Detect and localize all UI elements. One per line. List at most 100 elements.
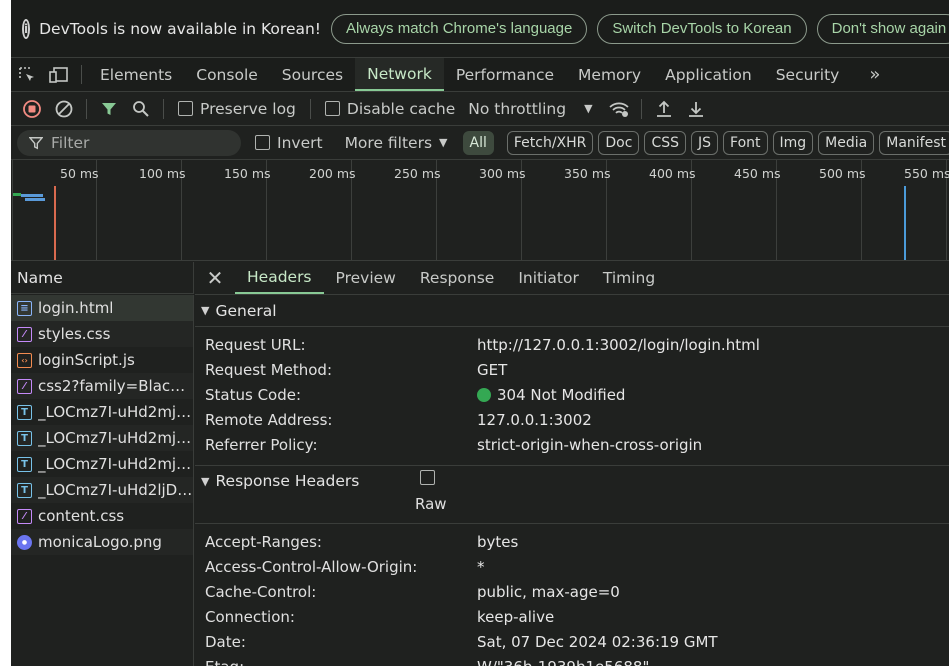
general-section-header[interactable]: ▼ General — [195, 295, 949, 327]
chip-fetch-xhr[interactable]: Fetch/XHR — [506, 130, 594, 155]
tab-response[interactable]: Response — [408, 262, 506, 294]
match-language-button[interactable]: Always match Chrome's language — [331, 13, 588, 44]
invert-checkbox[interactable]: Invert — [255, 134, 323, 152]
filter-field[interactable] — [17, 129, 241, 156]
tab-security[interactable]: Security — [764, 58, 852, 91]
tab-console[interactable]: Console — [184, 58, 270, 91]
response-headers-title: Response Headers — [215, 472, 360, 490]
request-row[interactable]: ≡ login.html — [11, 295, 193, 321]
clear-icon[interactable] — [48, 94, 80, 124]
request-row[interactable]: ⁄ styles.css — [11, 321, 193, 347]
chip-all[interactable]: All — [462, 130, 494, 155]
close-icon[interactable]: ✕ — [195, 262, 235, 294]
raw-checkbox[interactable] — [420, 470, 435, 485]
export-har-icon[interactable] — [680, 94, 712, 124]
tab-initiator[interactable]: Initiator — [506, 262, 591, 294]
font-file-icon: T — [17, 430, 32, 446]
request-row[interactable]: T _LOCmz7I-uHd2ljDc... — [11, 477, 193, 503]
language-infobar: i DevTools is now available in Korean! A… — [11, 0, 949, 58]
tab-preview[interactable]: Preview — [324, 262, 408, 294]
grid-line — [12, 160, 13, 260]
status-text: 304 Not Modified — [497, 385, 626, 404]
tab-sources[interactable]: Sources — [270, 58, 355, 91]
more-filters-dropdown[interactable]: More filters ▼ — [345, 134, 448, 152]
request-row[interactable]: ‹› loginScript.js — [11, 347, 193, 373]
request-row[interactable]: ● monicaLogo.png — [11, 529, 193, 555]
header-row: Access-Control-Allow-Origin: * — [195, 554, 949, 579]
toolbar-separator — [640, 98, 642, 119]
chip-css[interactable]: CSS — [644, 130, 687, 155]
header-key: Connection: — [205, 607, 295, 626]
header-value: keep-alive — [477, 607, 555, 626]
throttling-select[interactable]: No throttling ▼ — [468, 100, 592, 118]
panel-tabs-bar: Elements Console Sources Network Perform… — [11, 58, 949, 92]
preserve-log-box[interactable] — [178, 101, 193, 116]
toolbar-separator — [81, 65, 82, 84]
chip-img[interactable]: Img — [772, 130, 814, 155]
header-key: Accept-Ranges: — [205, 532, 322, 551]
dont-show-again-button[interactable]: Don't show again — [816, 13, 949, 44]
request-list: ≡ login.html ⁄ styles.css ‹› loginScript… — [11, 295, 194, 666]
header-key: Referrer Policy: — [205, 435, 318, 454]
tick-label: 550 ms — [904, 166, 949, 181]
disable-cache-box[interactable] — [324, 101, 340, 116]
filter-funnel-icon[interactable] — [93, 94, 125, 124]
font-file-icon: T — [17, 456, 32, 472]
stop-recording-icon[interactable] — [16, 94, 48, 124]
header-row: Status Code: 304 Not Modified — [195, 382, 949, 407]
headers-panel: ▼ General Request URL: http://127.0.0.1:… — [195, 295, 949, 666]
request-row[interactable]: T _LOCmz7I-uHd2mjB... — [11, 425, 193, 451]
chip-doc[interactable]: Doc — [598, 130, 640, 155]
response-headers-section: Accept-Ranges: bytes Access-Control-Allo… — [195, 524, 949, 666]
chip-manifest[interactable]: Manifest — [879, 130, 949, 155]
tab-application[interactable]: Application — [653, 58, 764, 91]
tab-memory[interactable]: Memory — [566, 58, 653, 91]
header-value: W/"36b-1939b1e5688" — [477, 658, 649, 666]
request-row[interactable]: ⁄ css2?family=Black+... — [11, 373, 193, 399]
header-value: * — [477, 557, 485, 576]
toolbar-separator — [163, 98, 164, 119]
header-key: Etag: — [195, 658, 477, 666]
search-icon[interactable] — [125, 94, 157, 124]
request-row[interactable]: T _LOCmz7I-uHd2mjB... — [11, 451, 193, 477]
disable-cache-checkbox[interactable]: Disable cache — [324, 100, 455, 118]
request-row[interactable]: ⁄ content.css — [11, 503, 193, 529]
response-headers-toggle[interactable]: ▼ Response Headers — [201, 472, 359, 490]
tab-elements[interactable]: Elements — [88, 58, 184, 91]
load-event-marker — [54, 186, 56, 260]
switch-korean-button[interactable]: Switch DevTools to Korean — [597, 13, 807, 44]
chip-font[interactable]: Font — [723, 130, 768, 155]
device-toolbar-icon[interactable] — [43, 58, 75, 91]
chip-media[interactable]: Media — [818, 130, 875, 155]
header-key: Request URL: — [205, 335, 306, 354]
header-row: Cache-Control: public, max-age=0 — [195, 579, 949, 604]
infobar-message: DevTools is now available in Korean! — [39, 19, 322, 38]
font-file-icon: T — [17, 404, 32, 420]
tick-label: 150 ms — [224, 166, 271, 181]
chip-js[interactable]: JS — [691, 130, 719, 155]
inspect-element-icon[interactable] — [11, 58, 43, 91]
tab-headers[interactable]: Headers — [235, 262, 324, 294]
tick-label: 200 ms — [309, 166, 356, 181]
more-tabs-icon[interactable]: » — [869, 58, 880, 91]
import-har-icon[interactable] — [648, 94, 680, 124]
invert-box[interactable] — [255, 135, 270, 150]
header-row: Request URL: http://127.0.0.1:3002/login… — [195, 332, 949, 357]
request-row[interactable]: T _LOCmz7I-uHd2mjB... — [11, 399, 193, 425]
tab-timing[interactable]: Timing — [591, 262, 667, 294]
tab-performance[interactable]: Performance — [444, 58, 566, 91]
invert-label: Invert — [277, 133, 323, 152]
request-bar — [25, 198, 45, 201]
image-file-icon: ● — [17, 534, 32, 550]
tab-network[interactable]: Network — [355, 58, 444, 91]
network-conditions-icon[interactable] — [603, 94, 635, 124]
network-overview-timeline[interactable]: 50 ms 100 ms 150 ms 200 ms 250 ms 300 ms… — [11, 160, 949, 261]
name-column-header[interactable]: Name — [11, 262, 194, 294]
general-title: General — [215, 301, 277, 320]
dropdown-arrow-icon: ▼ — [584, 102, 593, 115]
header-row: Etag: W/"36b-1939b1e5688" — [195, 654, 949, 666]
filter-input[interactable] — [51, 133, 241, 152]
header-key: Access-Control-Allow-Origin: — [205, 557, 418, 576]
preserve-log-checkbox[interactable]: Preserve log — [178, 100, 296, 118]
document-file-icon: ≡ — [17, 300, 32, 316]
